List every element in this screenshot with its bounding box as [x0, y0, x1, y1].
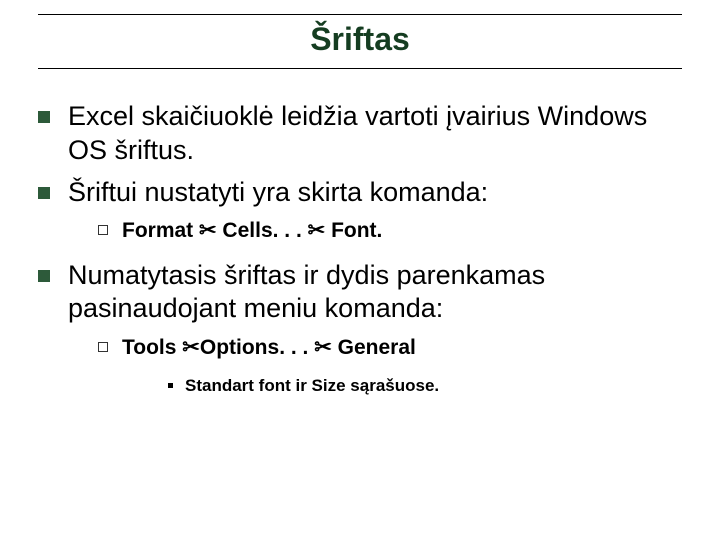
sub-bullet-text: Format ✂ Cells. . . ✂ Font. — [122, 217, 382, 244]
square-bullet-icon — [38, 111, 50, 123]
square-bullet-icon — [38, 187, 50, 199]
square-bullet-icon — [38, 270, 50, 282]
slide-title: Šriftas — [38, 21, 682, 58]
bullet-text: Šriftui nustatyti yra skirta komanda: — [68, 176, 488, 210]
title-band: Šriftas — [38, 14, 682, 69]
sub-bullet-text: Tools ✂Options. . . ✂ General — [122, 334, 416, 361]
bullet-text: Numatytasis šriftas ir dydis parenkamas … — [68, 259, 682, 327]
content-area: Excel skaičiuoklė leidžia vartoti įvairi… — [38, 100, 682, 397]
hollow-square-bullet-icon — [98, 225, 108, 235]
list-item: Šriftui nustatyti yra skirta komanda: — [38, 176, 682, 210]
list-item: Numatytasis šriftas ir dydis parenkamas … — [38, 259, 682, 327]
sub-sub-bullet-text: Standart font ir Size sąrašuose. — [185, 375, 439, 397]
slide: Šriftas Excel skaičiuoklė leidžia vartot… — [0, 0, 720, 540]
list-item: Excel skaičiuoklė leidžia vartoti įvairi… — [38, 100, 682, 168]
sub-sub-list-item: Standart font ir Size sąrašuose. — [168, 375, 682, 397]
tiny-square-bullet-icon — [168, 383, 173, 388]
hollow-square-bullet-icon — [98, 342, 108, 352]
bullet-text: Excel skaičiuoklė leidžia vartoti įvairi… — [68, 100, 682, 168]
sub-list-item: Format ✂ Cells. . . ✂ Font. — [98, 217, 682, 244]
sub-list-item: Tools ✂Options. . . ✂ General — [98, 334, 682, 361]
